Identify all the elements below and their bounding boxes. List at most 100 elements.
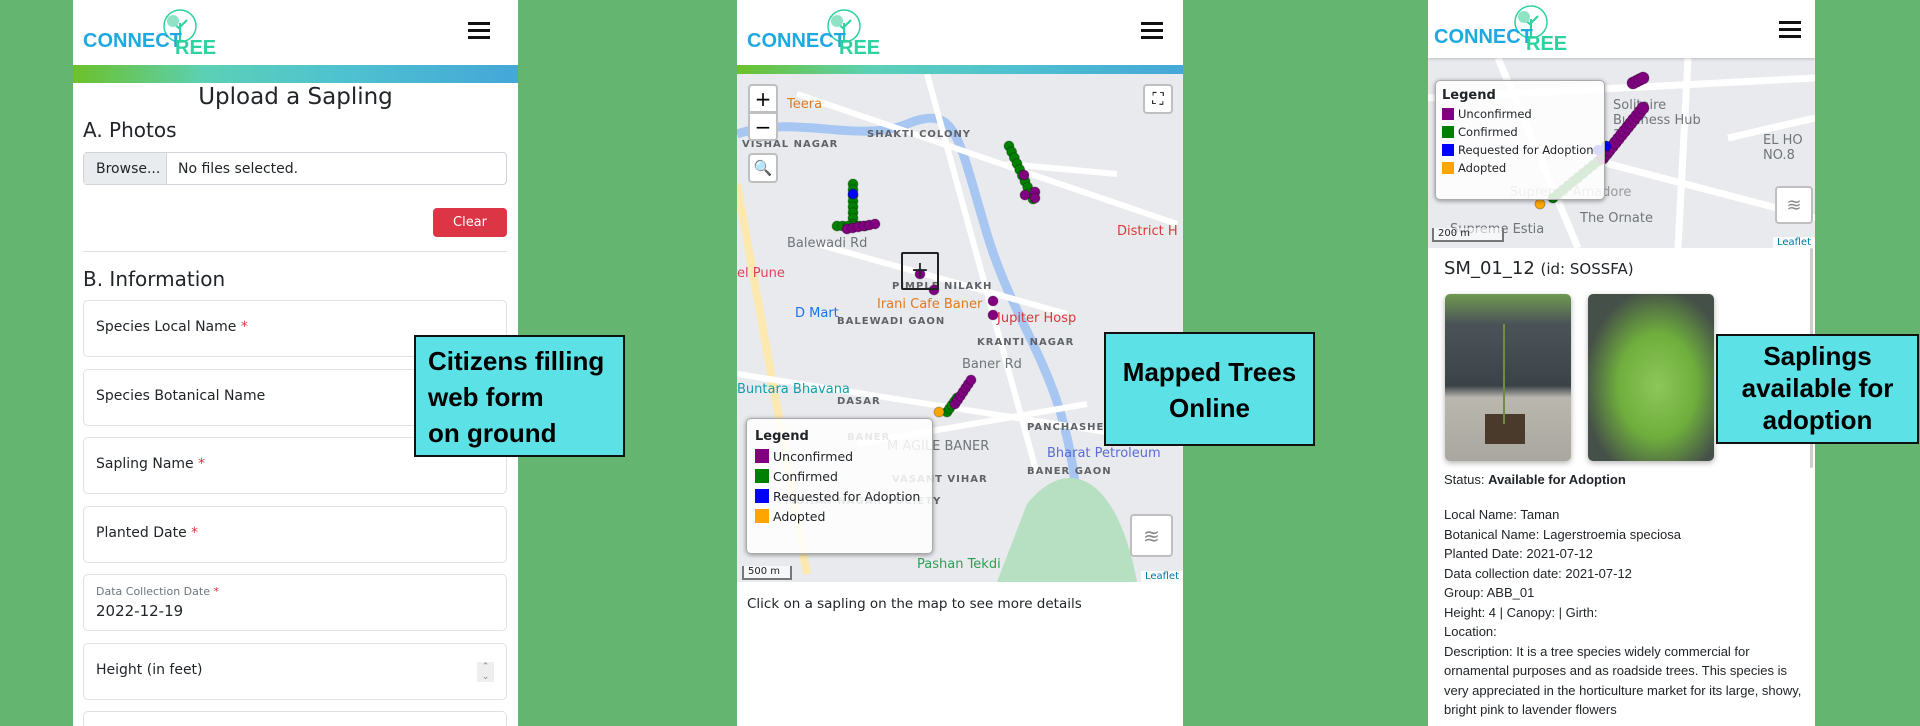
file-status: No files selected. xyxy=(178,161,299,177)
number-spinner-icon[interactable]: ⌃ ⌄ xyxy=(477,662,494,682)
fullscreen-icon[interactable]: ⛶ xyxy=(1143,84,1173,114)
page-title: Upload a Sapling xyxy=(198,84,393,110)
sapling-marker[interactable] xyxy=(1029,192,1041,204)
text: Description: It is a tree species widely… xyxy=(1444,643,1802,718)
text: Planted Date: 2021-07-12 xyxy=(1444,546,1593,561)
text: Group: ABB_01 xyxy=(1444,585,1535,600)
leaflet-attribution[interactable]: Leaflet xyxy=(1140,571,1183,582)
sapling-details: Local Name: Taman Botanical Name: Lagers… xyxy=(1444,505,1806,720)
legend-item-confirmed: Confirmed xyxy=(755,467,924,487)
sapling-marker[interactable] xyxy=(1019,189,1031,201)
header: CONNECT REE xyxy=(73,0,518,65)
text: Requested for Adoption xyxy=(1458,143,1594,157)
text: Height (in feet) xyxy=(96,662,203,678)
legend-item-unconfirmed: Unconfirmed xyxy=(755,447,924,467)
text: Status: xyxy=(1444,472,1485,487)
sapling-id: (id: SOSSFA) xyxy=(1540,260,1634,278)
data-collection-date-field[interactable]: Data Collection Date * 2022-12-19 xyxy=(83,574,507,631)
legend-item-confirmed: Confirmed xyxy=(1442,123,1598,141)
text: Adopted xyxy=(1458,161,1507,175)
text: available for xyxy=(1741,373,1894,403)
detail-map[interactable]: Solitaire Business Hub 3 Supreme Amadore… xyxy=(1428,58,1815,248)
status-line: Status: Available for Adoption xyxy=(1444,472,1626,487)
text: Confirmed xyxy=(773,469,838,484)
file-input[interactable]: Browse... No files selected. xyxy=(83,152,507,185)
height-field[interactable]: Height (in feet) ⌃ ⌄ xyxy=(83,643,507,700)
sapling-marker[interactable] xyxy=(847,188,859,200)
text: web form xyxy=(428,382,544,412)
map-scale: 200 m xyxy=(1432,228,1504,242)
connecttree-logo[interactable]: CONNECT REE xyxy=(747,9,880,59)
text: CONNECT xyxy=(747,30,846,52)
sapling-marker[interactable] xyxy=(1018,169,1030,181)
hamburger-menu-icon[interactable] xyxy=(1779,21,1801,39)
leaflet-attribution[interactable]: Leaflet xyxy=(1772,237,1815,248)
section-photos-heading: A. Photos xyxy=(83,118,177,142)
sapling-map[interactable]: SHAKTI COLONY VISHAL NAGAR PIMPLE NILAKH BA… xyxy=(737,74,1183,582)
text: Height: 4 | Canopy: | Girth: xyxy=(1444,604,1598,620)
sapling-marker[interactable] xyxy=(869,218,881,230)
map-scale: 500 m xyxy=(742,566,792,580)
connecttree-logo[interactable]: CONNECT REE xyxy=(83,9,216,59)
text: * xyxy=(191,525,199,541)
text: adoption xyxy=(1762,405,1873,435)
planted-date-field[interactable]: Planted Date * xyxy=(83,506,507,563)
text: Citizens filling xyxy=(428,346,605,376)
sapling-photo-1[interactable] xyxy=(1445,294,1571,461)
sapling-marker[interactable] xyxy=(987,295,999,307)
text: Sapling Name xyxy=(96,456,194,472)
sapling-photo-2[interactable] xyxy=(1588,294,1714,461)
text: * xyxy=(240,319,248,335)
header-gradient-bar xyxy=(73,65,518,83)
text: Botanical Name: Lagerstroemia speciosa xyxy=(1444,526,1682,542)
sapling-marker[interactable] xyxy=(1636,101,1650,115)
text: Data collection date: 2021-07-12 xyxy=(1444,565,1632,581)
map-legend: Legend Unconfirmed Confirmed Requested f… xyxy=(746,418,933,554)
text: REE xyxy=(1526,33,1568,55)
text: Data Collection Date xyxy=(96,585,210,598)
layers-icon[interactable]: ≋ xyxy=(1775,186,1813,224)
map-hint: Click on a sapling on the map to see mor… xyxy=(747,596,1082,612)
next-field[interactable] xyxy=(83,711,507,726)
text: Unconfirmed xyxy=(773,449,854,464)
sapling-title: SM_01_12 (id: SOSSFA) xyxy=(1444,258,1634,279)
sapling-marker[interactable] xyxy=(987,309,999,321)
search-icon[interactable]: 🔍 xyxy=(748,153,778,183)
text: Unconfirmed xyxy=(1458,107,1532,121)
callout-form: Citizens filling web form on ground xyxy=(414,335,625,457)
header: CONNECT REE xyxy=(737,0,1183,65)
text: REE xyxy=(839,37,881,59)
text: Online xyxy=(1169,393,1250,423)
sapling-marker[interactable] xyxy=(1636,71,1650,85)
sapling-marker[interactable] xyxy=(965,374,977,386)
callout-map: Mapped Trees Online xyxy=(1104,332,1315,446)
legend-item-adopted: Adopted xyxy=(1442,159,1598,177)
connecttree-logo[interactable]: CONNECT REE xyxy=(1434,5,1567,55)
text: on ground xyxy=(428,418,557,448)
sapling-marker[interactable] xyxy=(1534,198,1546,210)
legend-item-unconfirmed: Unconfirmed xyxy=(1442,105,1598,123)
text: Adopted xyxy=(773,509,826,524)
hamburger-menu-icon[interactable] xyxy=(1141,22,1163,40)
text: Requested for Adoption xyxy=(773,489,921,504)
text: Legend xyxy=(755,429,809,444)
text: CONNECT xyxy=(1434,26,1533,48)
locate-target-icon[interactable]: + xyxy=(901,252,939,290)
hamburger-menu-icon[interactable] xyxy=(468,22,490,40)
text: 2022-12-19 xyxy=(96,602,184,620)
divider xyxy=(83,251,507,252)
clear-button[interactable]: Clear xyxy=(433,208,507,237)
browse-button[interactable]: Browse... xyxy=(84,153,167,184)
legend-item-requested: Requested for Adoption xyxy=(755,487,924,507)
text: REE xyxy=(175,37,217,59)
text: Legend xyxy=(1442,88,1496,103)
text: Confirmed xyxy=(1458,125,1518,139)
text: * xyxy=(213,585,219,598)
zoom-in-button[interactable]: + xyxy=(748,84,778,113)
status-badge: Available for Adoption xyxy=(1488,472,1626,487)
zoom-out-button[interactable]: − xyxy=(748,112,778,141)
text: Planted Date xyxy=(96,525,187,541)
sapling-marker[interactable] xyxy=(933,406,945,418)
layers-icon[interactable]: ≋ xyxy=(1130,514,1173,557)
sapling-name: SM_01_12 xyxy=(1444,258,1535,279)
